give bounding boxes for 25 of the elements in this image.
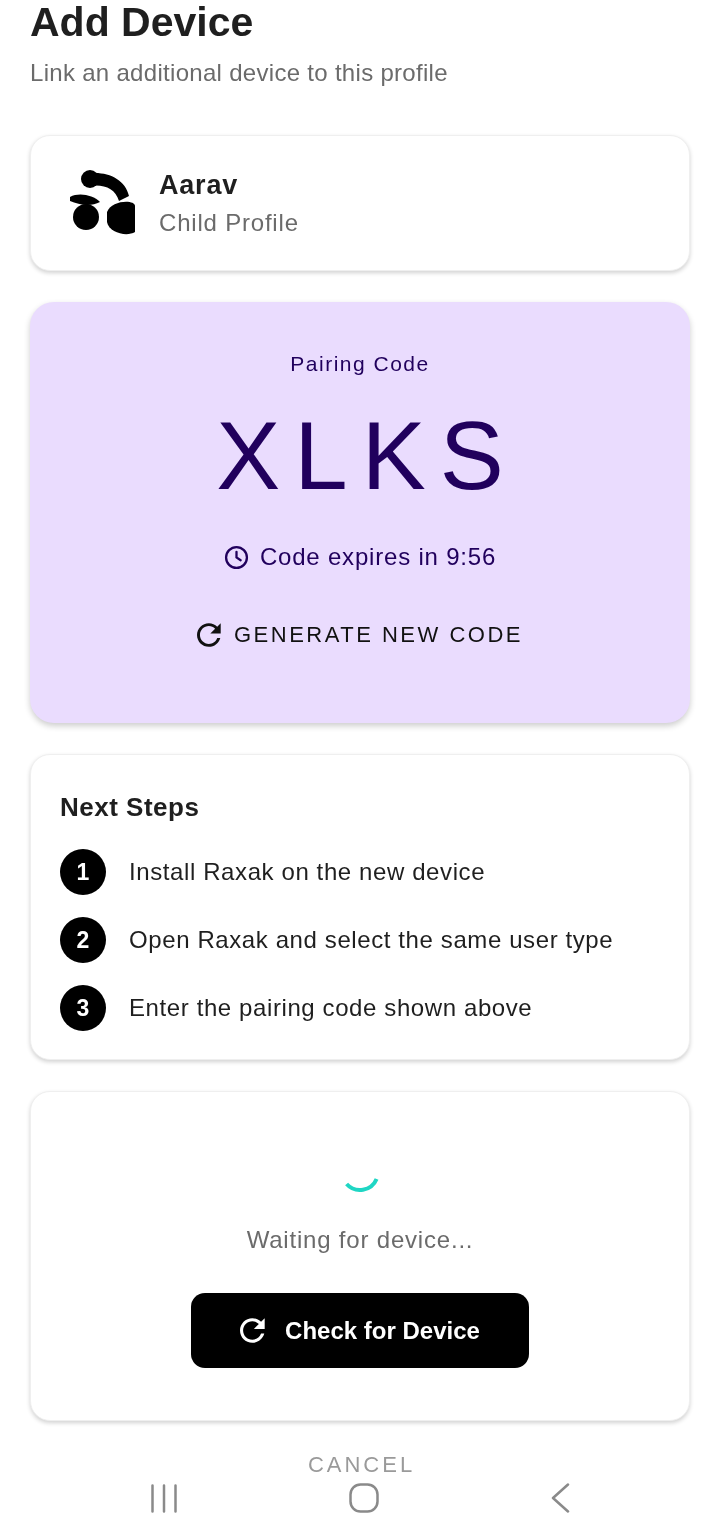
- step-text: Install Raxak on the new device: [129, 857, 486, 887]
- back-icon[interactable]: [550, 1483, 570, 1513]
- step-text: Enter the pairing code shown above: [129, 993, 533, 1023]
- step-text: Open Raxak and select the same user type: [129, 925, 614, 955]
- pairing-code-label: Pairing Code: [290, 351, 430, 377]
- refresh-icon: [197, 623, 221, 647]
- loading-spinner-icon: [344, 1176, 380, 1193]
- refresh-icon: [240, 1318, 266, 1343]
- profile-name: Aarav: [159, 168, 240, 202]
- page-title: Add Device: [30, 0, 255, 44]
- clock-icon: [223, 544, 249, 570]
- waiting-status-text: Waiting for device...: [246, 1225, 474, 1255]
- page-subtitle: Link an additional device to this profile: [30, 58, 449, 88]
- profile-type: Child Profile: [159, 207, 299, 238]
- recent-apps-icon[interactable]: [150, 1483, 177, 1513]
- home-icon[interactable]: [348, 1483, 379, 1513]
- check-for-device-button[interactable]: Check for Device: [191, 1293, 529, 1368]
- step-number: 1: [60, 849, 106, 895]
- step-number: 3: [60, 985, 106, 1031]
- avatar-silhouette-icon: [69, 170, 135, 236]
- step-number: 2: [60, 917, 106, 963]
- generate-new-code-button[interactable]: GENERATE NEW CODE: [193, 611, 527, 659]
- pairing-code: XLKS: [215, 406, 518, 506]
- next-steps-title: Next Steps: [60, 791, 200, 823]
- expiry-text: Code expires in 9:56: [259, 542, 497, 572]
